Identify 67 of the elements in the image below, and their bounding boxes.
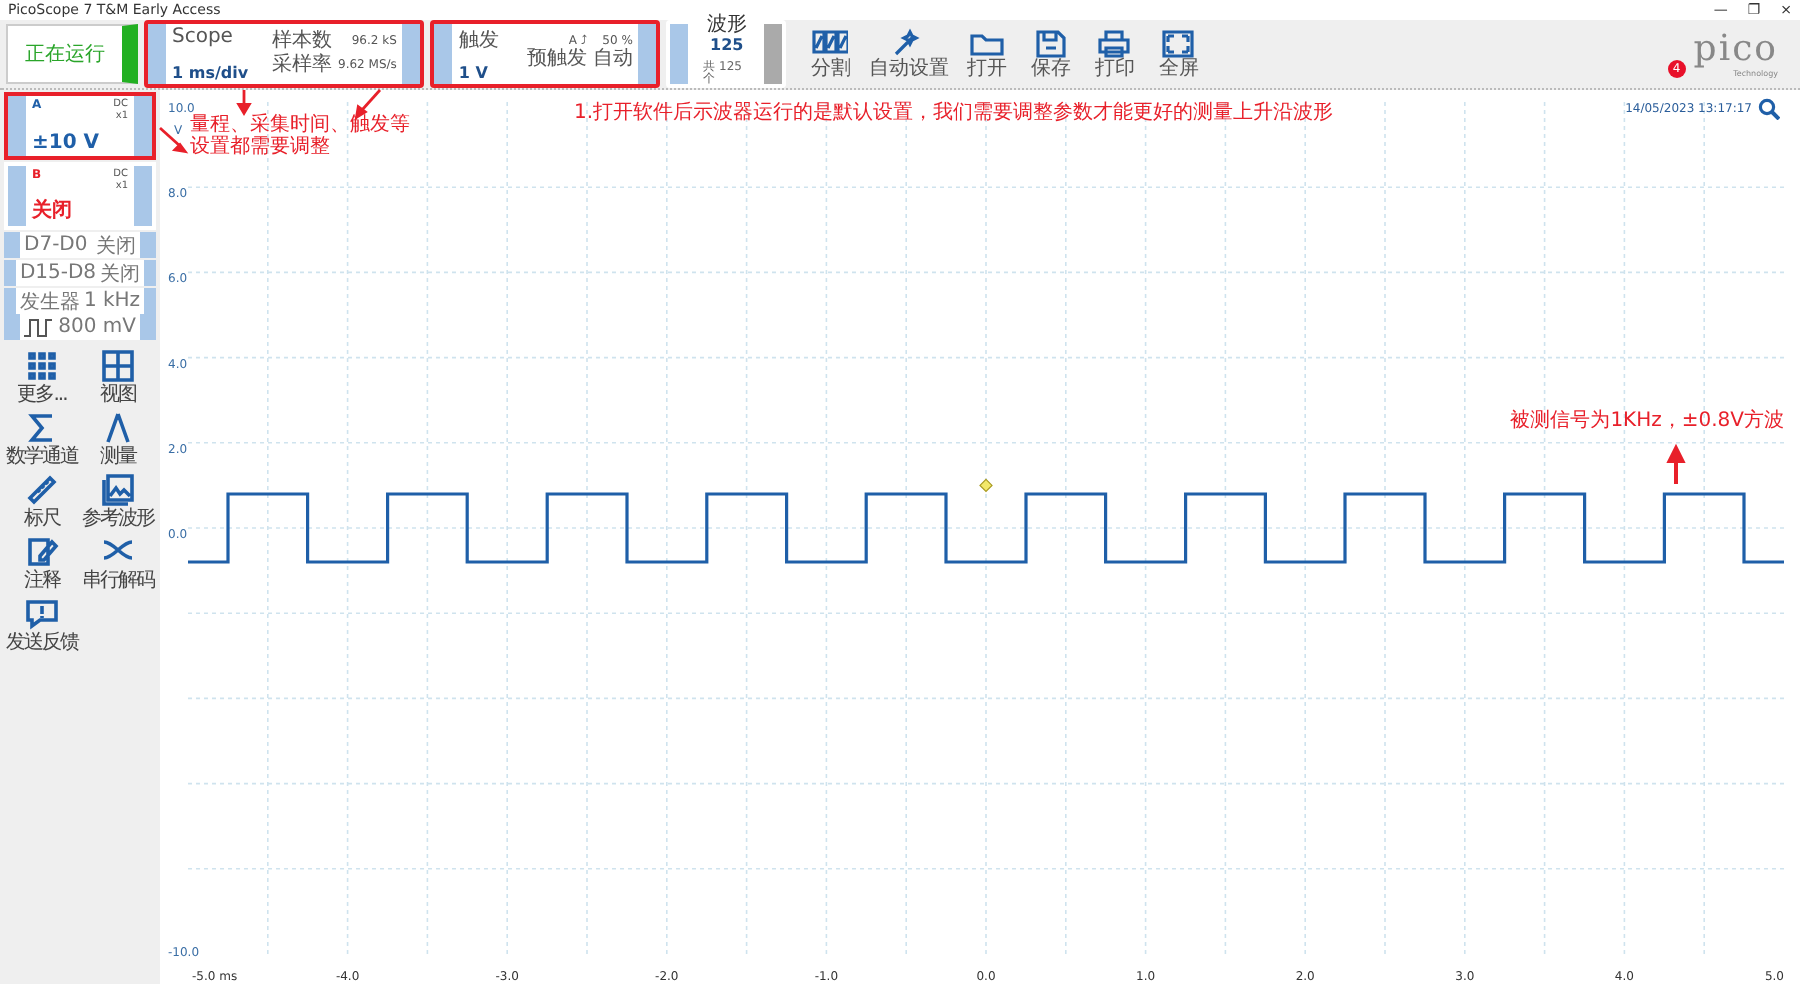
minus-button[interactable] <box>4 260 16 286</box>
tool-button[interactable]: 视图 <box>80 348 156 406</box>
digital-state: 关闭 <box>100 261 141 287</box>
square-wave-icon <box>24 317 52 337</box>
trigger-marker[interactable] <box>979 478 993 493</box>
toolbar-button[interactable]: 打印 <box>1084 28 1145 80</box>
info-text: 样本数 <box>272 30 332 53</box>
info-text: 自动 <box>592 48 633 72</box>
tool-button[interactable]: 更多... <box>4 348 80 406</box>
control-label: 波形 <box>706 15 747 35</box>
grid-dots-icon <box>24 348 60 384</box>
info-text: 采样率 <box>272 54 332 78</box>
minus-button[interactable] <box>434 24 453 84</box>
toolbar-button[interactable]: 全屏 <box>1148 28 1209 80</box>
image-icon <box>100 472 136 508</box>
toolbar-button[interactable]: 自动设置 <box>864 28 953 80</box>
table-icon <box>100 348 136 384</box>
annotation-text: 量程、采集时间、触发等 <box>190 114 410 136</box>
annotation-text: 1.打开软件后示波器运行的是默认设置，我们需要调整参数才能更好的测量上升沿波形 <box>574 102 1334 124</box>
toolbar-button[interactable]: 保存 <box>1020 28 1081 80</box>
digital-label: D7-D0 <box>24 234 90 256</box>
logo-text: pico <box>1693 31 1778 67</box>
toolbar-button[interactable]: 打开 <box>956 28 1017 80</box>
channel-range[interactable]: ±10 V <box>32 132 128 154</box>
tool-button[interactable]: 发送反馈 <box>4 596 80 654</box>
channel-range[interactable]: 关闭 <box>32 196 128 224</box>
fullscreen-icon <box>1160 28 1197 60</box>
control-label: 触发 <box>458 28 501 54</box>
save-icon <box>1032 28 1069 60</box>
chat-icon <box>24 596 60 632</box>
toolbar-button[interactable]: 分割 <box>800 28 861 80</box>
tool-button[interactable]: 参考波形 <box>80 472 156 530</box>
minus-button[interactable] <box>148 24 166 84</box>
annotation-arrow <box>1666 443 1686 484</box>
control-label: Scope <box>172 26 235 48</box>
plus-button[interactable] <box>402 24 421 84</box>
generator-frequency: 1 kHz <box>83 290 141 312</box>
split-view-icon <box>812 28 849 60</box>
waveform-count: 125 <box>710 35 744 53</box>
minus-button[interactable] <box>670 24 689 84</box>
minus-button[interactable] <box>4 314 20 340</box>
minus-button[interactable] <box>4 232 20 258</box>
plus-button[interactable] <box>638 24 657 84</box>
minus-button[interactable] <box>8 96 26 156</box>
info-text: 预触发 <box>526 48 587 72</box>
search-icon[interactable] <box>1758 98 1780 120</box>
tool-button[interactable]: 注释 <box>4 534 80 592</box>
ruler-icon <box>24 472 60 508</box>
generator-amplitude: 800 mV <box>58 316 136 338</box>
minus-button[interactable] <box>8 166 26 226</box>
tool-button[interactable]: 标尺 <box>4 472 80 530</box>
note-icon <box>24 534 60 570</box>
minus-button[interactable] <box>4 288 16 314</box>
timebase-value[interactable]: 1 ms/div <box>172 64 264 82</box>
tool-button[interactable]: 数学通道 <box>4 410 80 468</box>
digital-state: 关闭 <box>96 233 136 259</box>
annotation-text: 设置都需要调整 <box>190 136 332 158</box>
annotation-arrow <box>159 126 189 154</box>
trigger-level[interactable]: 1 V <box>458 64 519 82</box>
tool-button[interactable]: 串行解码 <box>80 534 156 592</box>
annotation-text: 被测信号为1KHz，±0.8V方波 <box>1510 410 1784 432</box>
tool-button[interactable]: 测量 <box>80 410 156 468</box>
printer-icon <box>1096 28 1133 60</box>
plus-button[interactable] <box>764 24 783 84</box>
folder-icon <box>968 28 1005 60</box>
generator-label: 发生器 <box>19 289 80 315</box>
digital-label: D15-D8 <box>19 262 97 284</box>
